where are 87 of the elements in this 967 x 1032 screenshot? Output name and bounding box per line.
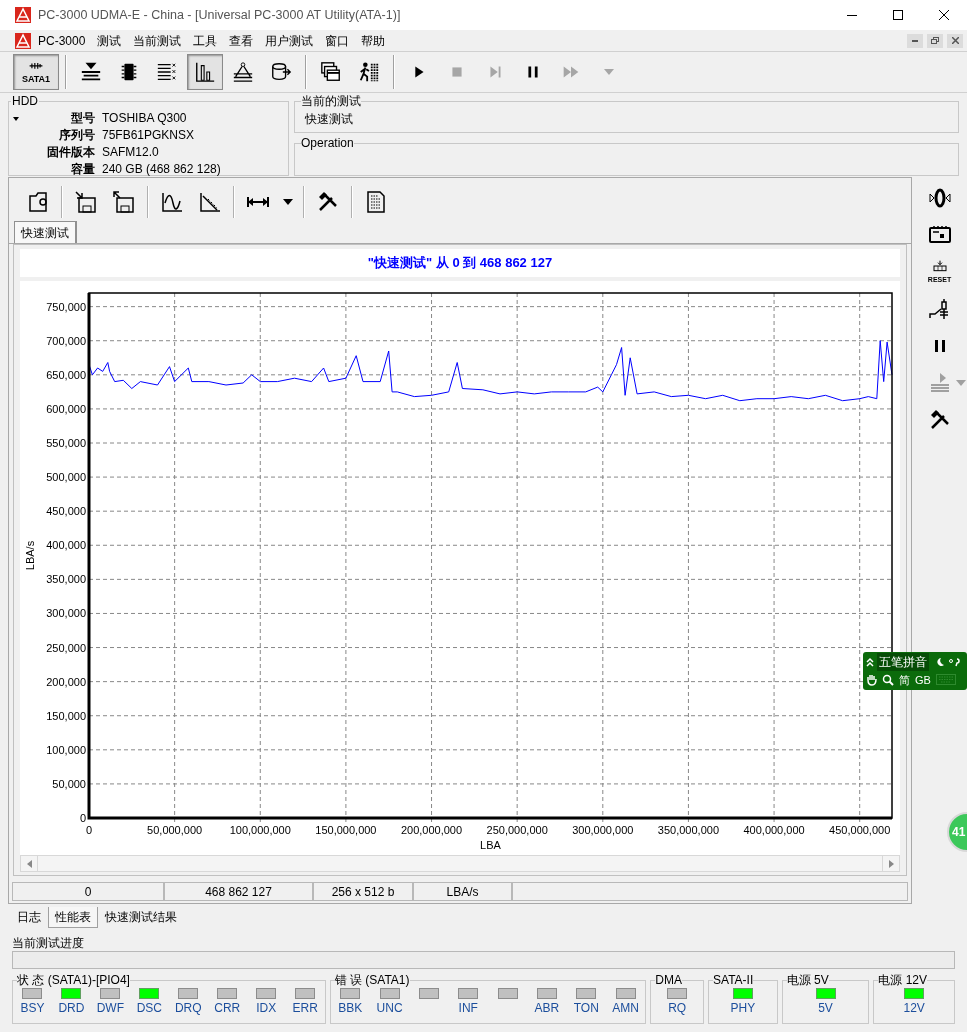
- current-test-value: 快速测试: [305, 111, 354, 128]
- axis-tick-label: 0: [85, 824, 93, 836]
- indicator-label: DWF: [96, 1002, 125, 1015]
- tab[interactable]: 快速测试结果: [98, 906, 184, 928]
- indicator-label: ERR: [292, 1002, 318, 1015]
- field-label: 型号: [70, 109, 95, 127]
- indicator-label: BSY: [20, 1002, 45, 1015]
- axis-tick-label: 350,000,000: [657, 824, 719, 836]
- indicator-label: ABR: [534, 1002, 560, 1015]
- status-field: 0: [12, 882, 164, 901]
- tab[interactable]: 快速测试: [14, 221, 77, 243]
- axis-tick-label: 400,000,000: [743, 824, 805, 836]
- axis-tick-label: 600,000: [46, 402, 86, 415]
- axis-tick-label: 250,000: [46, 641, 86, 654]
- ime-mode-label[interactable]: 五笔拼音: [877, 653, 929, 671]
- axis-tick-label: 150,000: [46, 709, 86, 722]
- field-label: 容量: [70, 160, 95, 178]
- indicator-label: CRR: [214, 1002, 241, 1015]
- indicator-label: UNC: [376, 1002, 403, 1015]
- panel-title: 当前的测试: [301, 95, 361, 107]
- field-value: SAFM12.0: [102, 143, 159, 161]
- axis-tick-label: 200,000,000: [400, 824, 463, 836]
- indicator-label: INF: [458, 1002, 478, 1015]
- panel-title: Operation: [301, 137, 354, 149]
- axis-tick-label: 750,000: [46, 300, 86, 313]
- progress-label: 当前测试进度: [12, 936, 85, 950]
- tab[interactable]: 性能表: [48, 907, 98, 928]
- axis-tick-label: 0: [79, 812, 86, 824]
- field-label: 序列号: [58, 126, 95, 144]
- menu-item[interactable]: 查看: [223, 31, 260, 50]
- group-title: DMA: [655, 974, 682, 987]
- indicator-label: DSC: [136, 1002, 162, 1015]
- indicator-label: PHY: [730, 1002, 756, 1015]
- menu-item[interactable]: 测试: [91, 31, 128, 50]
- axis-tick-label: 50,000: [52, 777, 86, 790]
- indicator-label: IDX: [256, 1002, 277, 1015]
- axis-label: LBA/s: [24, 540, 36, 571]
- menu-item[interactable]: 窗口: [319, 31, 356, 50]
- axis-label: LBA: [480, 839, 501, 851]
- menu-item[interactable]: PC-3000: [32, 31, 92, 50]
- indicator-label: DRD: [58, 1002, 85, 1015]
- axis-tick-label: 100,000: [46, 743, 86, 756]
- axis-tick-label: 200,000: [46, 675, 86, 688]
- axis-tick-label: 450,000: [46, 505, 86, 518]
- menu-item[interactable]: 工具: [187, 31, 224, 50]
- axis-tick-label: 350,000: [46, 573, 86, 586]
- indicator-label: DRQ: [174, 1002, 202, 1015]
- toolbar-button[interactable]: SATA1: [13, 54, 59, 90]
- menu-item[interactable]: 当前测试: [127, 31, 188, 50]
- field-label: 固件版本: [46, 143, 95, 161]
- axis-tick-label: 100,000,000: [229, 824, 291, 836]
- axis-tick-label: 150,000,000: [315, 824, 377, 836]
- group-title: 状 态 (SATA1)-[PIO4]: [17, 974, 130, 987]
- axis-tick-label: 500,000: [46, 471, 86, 484]
- menu-item[interactable]: 帮助: [355, 31, 392, 50]
- axis-tick-label: 250,000,000: [486, 824, 548, 836]
- indicator-label: 12V: [903, 1002, 925, 1015]
- menu-item[interactable]: 用户测试: [259, 31, 320, 50]
- axis-tick-label: 550,000: [46, 437, 86, 449]
- status-field: 468 862 127: [164, 882, 313, 901]
- ime-option[interactable]: GB: [915, 673, 931, 686]
- indicator-label: 5V: [818, 1002, 833, 1015]
- axis-tick-label: 450,000,000: [829, 824, 891, 836]
- tab[interactable]: 日志: [10, 906, 48, 928]
- chart-title: "快速测试" 从 0 到 468 862 127: [367, 254, 553, 273]
- indicator-label: RQ: [668, 1002, 687, 1015]
- field-value: TOSHIBA Q300: [102, 109, 187, 127]
- group-title: SATA-II: [713, 974, 754, 987]
- window-title: PC-3000 UDMA-E - China - [Universal PC-3000 AT Utility(ATA-1)]: [38, 6, 401, 24]
- group-title: 电源 12V: [878, 974, 928, 987]
- axis-tick-label: 700,000: [46, 334, 86, 347]
- field-value: 240 GB (468 862 128): [102, 160, 221, 178]
- axis-tick-label: 400,000: [46, 539, 86, 552]
- axis-tick-label: 650,000: [46, 368, 86, 381]
- status-field: 256 x 512 b: [313, 882, 413, 901]
- field-value: 75FB61PGKNSX: [102, 126, 195, 144]
- indicator-label: AMN: [612, 1002, 639, 1015]
- indicator-label: TON: [573, 1002, 599, 1015]
- group-title: 电源 5V: [786, 974, 829, 987]
- ime-option[interactable]: 简: [899, 673, 910, 686]
- axis-tick-label: 300,000,000: [572, 824, 634, 836]
- axis-tick-label: 50,000,000: [147, 824, 203, 836]
- indicator-label: BBK: [338, 1002, 363, 1015]
- group-title: 错 误 (SATA1): [334, 974, 410, 987]
- status-field: LBA/s: [413, 882, 512, 901]
- axis-tick-label: 300,000: [46, 607, 86, 620]
- panel-title: HDD: [11, 95, 39, 107]
